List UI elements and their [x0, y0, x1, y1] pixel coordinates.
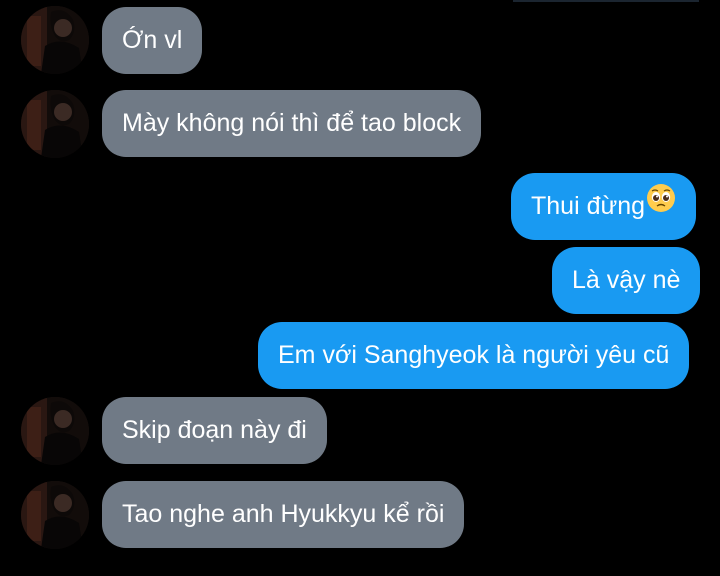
avatar[interactable]: [21, 397, 89, 465]
message-text: Mày không nói thì để tao block: [122, 109, 462, 137]
avatar-photo-icon: [21, 397, 89, 465]
message-received[interactable]: Skip đoạn này đi: [102, 397, 327, 464]
pleading-face-icon: [646, 172, 676, 239]
avatar[interactable]: [21, 90, 89, 158]
message-sent[interactable]: Thui đừng: [511, 172, 697, 240]
message-text: Thui đừng: [531, 192, 646, 220]
message-received[interactable]: Mày không nói thì để tao block: [102, 90, 482, 157]
avatar-photo-icon: [21, 6, 89, 74]
message-sent[interactable]: Em với Sanghyeok là người yêu cũ: [258, 322, 690, 389]
message-text: Skip đoạn này đi: [122, 416, 307, 444]
message-text: Tao nghe anh Hyukkyu kể rồi: [122, 500, 445, 528]
message-received[interactable]: Ớn vl: [102, 7, 203, 74]
avatar[interactable]: [21, 481, 89, 549]
avatar-photo-icon: [21, 481, 89, 549]
message-received[interactable]: Tao nghe anh Hyukkyu kể rồi: [102, 481, 465, 548]
message-text: Ớn vl: [122, 26, 183, 54]
message-text: Là vậy nè: [572, 266, 681, 294]
avatar[interactable]: [21, 6, 89, 74]
message-text: Em với Sanghyeok là người yêu cũ: [278, 341, 670, 369]
message-sent[interactable]: Là vậy nè: [552, 247, 701, 314]
avatar-photo-icon: [21, 90, 89, 158]
top-divider: [513, 0, 699, 2]
